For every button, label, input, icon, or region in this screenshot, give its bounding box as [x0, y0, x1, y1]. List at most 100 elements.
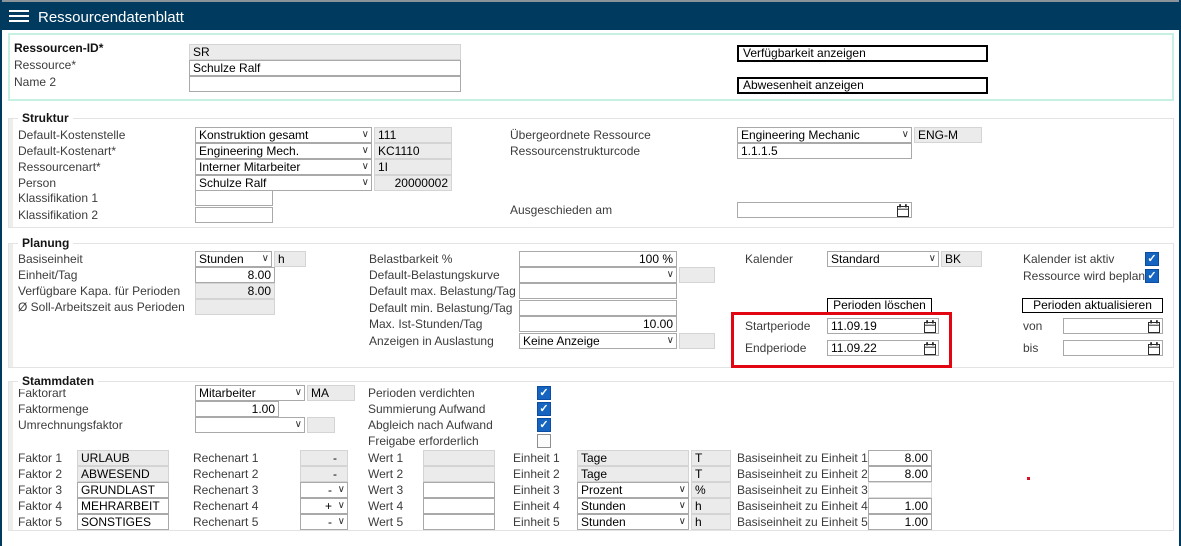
summierung-aufwand-checkbox[interactable]: ✓ — [537, 402, 551, 416]
ressourcenstrukturcode-label: Ressourcenstrukturcode — [510, 143, 640, 159]
default-kostenstelle-label: Default-Kostenstelle — [18, 127, 125, 143]
basiseinheit-2-input[interactable]: 8.00 — [868, 466, 932, 482]
von-date-input[interactable] — [1063, 318, 1163, 334]
kalender-select[interactable]: Standard∨ — [827, 251, 939, 267]
rechenart-5-value: - — [328, 515, 332, 529]
einheit-1-field: Tage — [577, 450, 689, 466]
anzeigen-auslastung-select[interactable]: Keine Anzeige∨ — [519, 333, 677, 349]
einheit-5-select[interactable]: Stunden∨ — [577, 514, 689, 530]
faktormenge-input[interactable]: 1.00 — [195, 401, 279, 417]
check-icon: ✓ — [539, 403, 548, 415]
default-max-belastung-input[interactable] — [519, 283, 677, 299]
chevron-down-icon: ∨ — [338, 499, 345, 513]
ressourcenart-select[interactable]: Interner Mitarbeiter∨ — [195, 159, 372, 175]
chevron-down-icon: ∨ — [295, 386, 302, 400]
faktor-4-input[interactable]: MEHRARBEIT — [77, 498, 169, 514]
rechenart-4-select[interactable]: +∨ — [300, 498, 348, 514]
basiseinheit-2-label: Basiseinheit zu Einheit 2 — [737, 466, 868, 482]
faktor-5-input[interactable]: SONSTIGES — [77, 514, 169, 530]
uebergeordnete-ressource-select[interactable]: Engineering Mechanic∨ — [737, 127, 912, 143]
belastbarkeit-input[interactable]: 100 % — [519, 251, 677, 267]
faktor-4-label: Faktor 4 — [18, 498, 62, 514]
kalender-code: BK — [941, 251, 982, 267]
rechenart-5-select[interactable]: -∨ — [300, 514, 348, 530]
anzeigen-auslastung-value: Keine Anzeige — [523, 334, 600, 348]
default-kostenart-label: Default-Kostenart* — [18, 143, 116, 159]
verfuegbarkeit-anzeigen-button[interactable]: Verfügbarkeit anzeigen — [737, 45, 988, 62]
uebergeordnete-ressource-label: Übergeordnete Ressource — [510, 127, 651, 143]
basiseinheit-4-input[interactable]: 1.00 — [868, 498, 932, 514]
abgleich-nach-aufwand-checkbox[interactable]: ✓ — [537, 418, 551, 432]
einheit-tag-label: Einheit/Tag — [18, 267, 77, 283]
soll-arbeitszeit-label: Ø Soll-Arbeitszeit aus Perioden — [18, 299, 185, 315]
default-kostenstelle-code: 111 — [374, 127, 452, 143]
einheit-2-field: Tage — [577, 466, 689, 482]
uebergeordnete-ressource-value: Engineering Mechanic — [741, 128, 860, 142]
einheit-1-label: Einheit 1 — [513, 450, 560, 466]
faktor-1-field: URLAUB — [77, 450, 169, 466]
basiseinheit-code: h — [274, 251, 306, 267]
max-ist-stunden-input[interactable]: 10.00 — [519, 316, 677, 332]
default-min-belastung-label: Default min. Belastung/Tag — [369, 300, 512, 316]
calendar-icon[interactable] — [1148, 342, 1160, 355]
rechenart-1-label: Rechenart 1 — [193, 450, 258, 466]
einheit-4-select[interactable]: Stunden∨ — [577, 498, 689, 514]
default-belastungskurve-select[interactable]: ∨ — [519, 267, 677, 283]
basiseinheit-1-input[interactable]: 8.00 — [868, 450, 932, 466]
resource-id-panel — [8, 33, 1174, 101]
default-kostenstelle-select[interactable]: Konstruktion gesamt∨ — [195, 127, 372, 143]
einheit-3-select[interactable]: Prozent∨ — [577, 482, 689, 498]
klassifikation1-input[interactable] — [195, 190, 273, 206]
red-dot-marker — [1027, 477, 1030, 480]
person-label: Person — [18, 175, 56, 191]
anzeigen-auslastung-code — [679, 333, 715, 349]
check-icon: ✓ — [1147, 253, 1156, 265]
faktor-2-field: ABWESEND — [77, 466, 169, 482]
faktorart-select[interactable]: Mitarbeiter∨ — [195, 385, 305, 401]
bis-date-input[interactable] — [1063, 340, 1163, 356]
chevron-down-icon: ∨ — [679, 515, 686, 529]
name2-field[interactable] — [189, 76, 461, 92]
summierung-aufwand-label: Summierung Aufwand — [368, 401, 485, 417]
einheit-4-unit: h — [691, 498, 731, 514]
einheit-4-value: Stunden — [581, 499, 626, 513]
klassifikation2-input[interactable] — [195, 207, 273, 223]
wert-4-input[interactable] — [423, 498, 495, 514]
basiseinheit-select[interactable]: Stunden∨ — [195, 251, 272, 267]
perioden-verdichten-checkbox[interactable]: ✓ — [537, 386, 551, 400]
menu-icon[interactable] — [9, 10, 29, 24]
faktor-5-label: Faktor 5 — [18, 514, 62, 530]
default-min-belastung-input[interactable] — [519, 300, 677, 316]
default-belastungskurve-label: Default-Belastungskurve — [369, 267, 500, 283]
umrechnungsfaktor-select[interactable]: ∨ — [195, 417, 305, 433]
ausgeschieden-am-date-input[interactable] — [737, 202, 912, 218]
wert-1-label: Wert 1 — [368, 450, 403, 466]
abwesenheit-anzeigen-button[interactable]: Abwesenheit anzeigen — [737, 77, 988, 94]
person-select[interactable]: Schulze Ralf∨ — [195, 175, 372, 191]
wert-3-input[interactable] — [423, 482, 495, 498]
calendar-icon[interactable] — [897, 204, 909, 217]
rechenart-3-select[interactable]: -∨ — [300, 482, 348, 498]
name2-label: Name 2 — [14, 74, 56, 90]
check-icon: ✓ — [539, 419, 548, 431]
einheit-4-label: Einheit 4 — [513, 498, 560, 514]
perioden-aktualisieren-button[interactable]: Perioden aktualisieren — [1022, 298, 1163, 313]
faktor-1-label: Faktor 1 — [18, 450, 62, 466]
einheit-5-unit: h — [691, 514, 731, 530]
einheit-tag-input[interactable]: 8.00 — [195, 267, 275, 283]
kalender-ist-aktiv-checkbox[interactable]: ✓ — [1145, 252, 1159, 266]
perioden-loeschen-button[interactable]: Perioden löschen — [827, 298, 932, 313]
wert-5-input[interactable] — [423, 514, 495, 530]
ressourcenstrukturcode-input[interactable]: 1.1.1.5 — [737, 143, 912, 159]
ressource-label: Ressource* — [14, 57, 76, 73]
calendar-icon[interactable] — [1148, 320, 1160, 333]
faktor-3-input[interactable]: GRUNDLAST — [77, 482, 169, 498]
default-kostenart-select[interactable]: Engineering Mech.∨ — [195, 143, 372, 159]
basiseinheit-4-label: Basiseinheit zu Einheit 4 — [737, 498, 868, 514]
basiseinheit-5-input[interactable]: 1.00 — [868, 514, 932, 530]
left-edge — [0, 0, 2, 546]
ressource-wird-beplant-checkbox[interactable]: ✓ — [1145, 269, 1159, 283]
ressource-field[interactable]: Schulze Ralf — [189, 60, 461, 76]
freigabe-erforderlich-checkbox[interactable] — [537, 434, 551, 448]
basiseinheit-3-input[interactable] — [868, 482, 932, 498]
